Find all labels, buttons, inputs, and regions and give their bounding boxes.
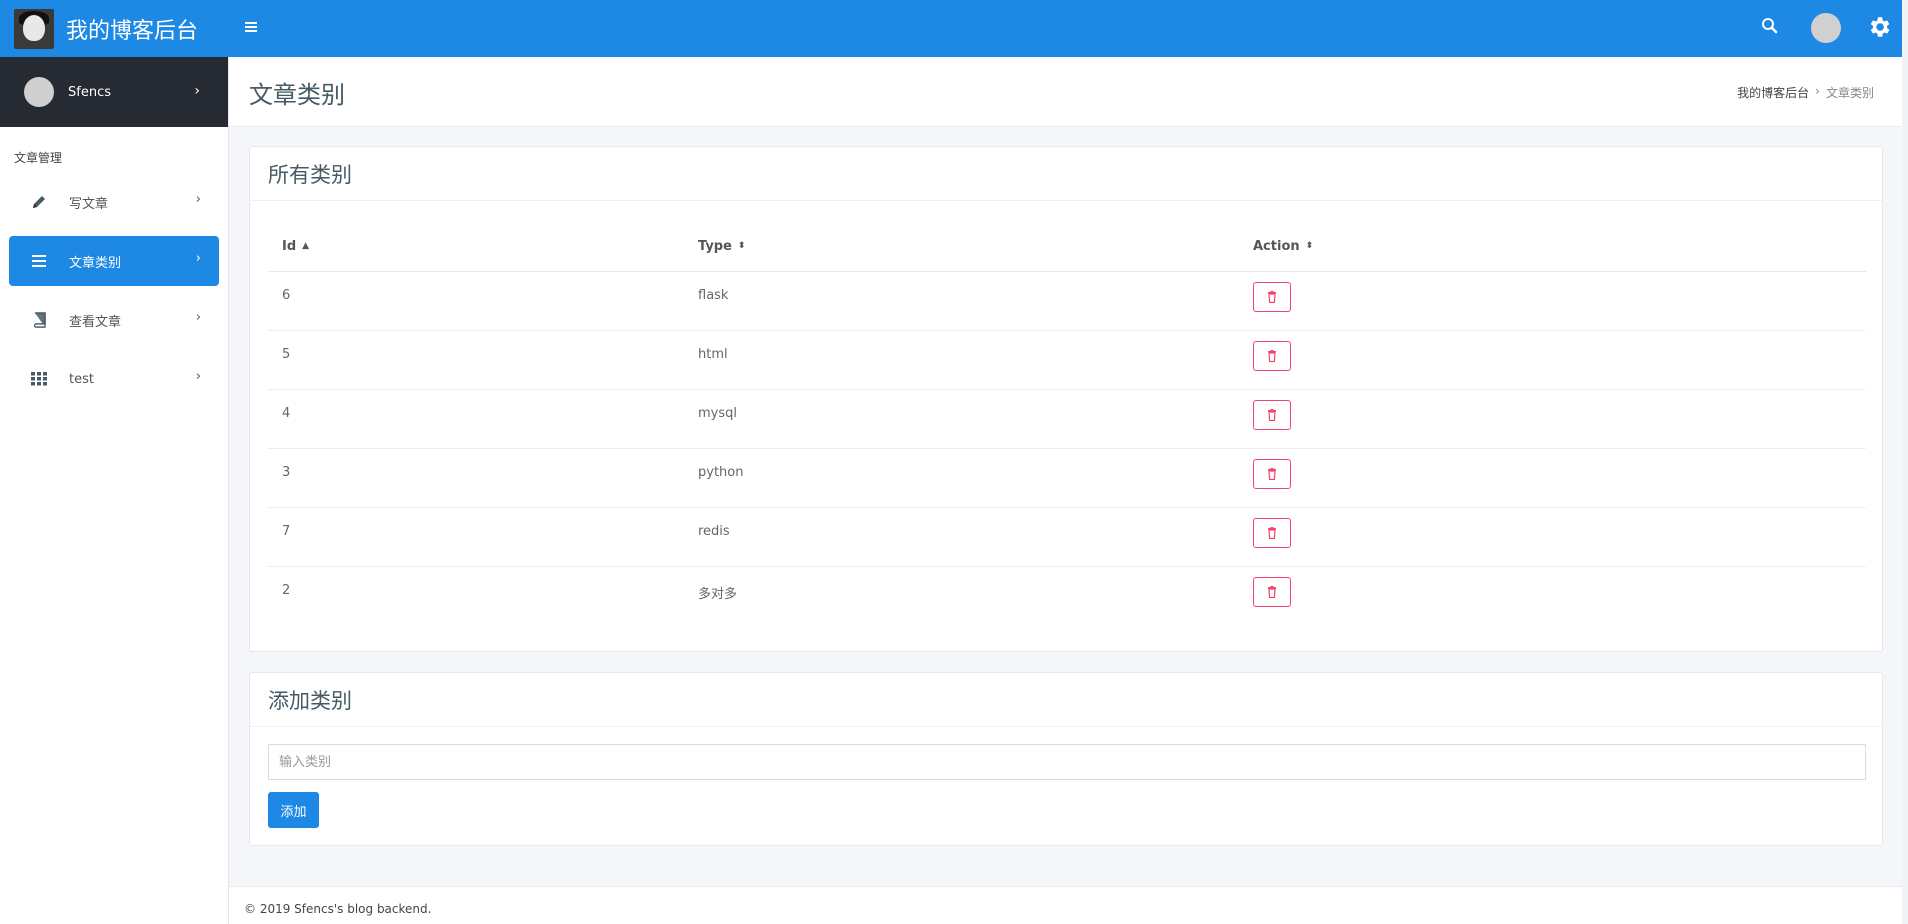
cell-type: redis — [684, 507, 1239, 567]
breadcrumb-current: 文章类别 — [1825, 86, 1874, 100]
chevron-right-icon: › — [195, 192, 201, 207]
cell-action — [1239, 507, 1866, 567]
cell-id: 4 — [268, 389, 684, 449]
chevron-right-icon: › — [195, 310, 201, 325]
delete-button[interactable] — [1253, 458, 1291, 489]
top-navbar: 我的博客后台 — [0, 0, 1908, 57]
sidebar-item-view-articles[interactable]: 查看文章 › — [9, 295, 219, 345]
categories-table: Id ▲ Type ⬍ Action ⬍ 6 flask 5 html 4 my… — [268, 222, 1866, 625]
cell-type: 多对多 — [698, 586, 738, 602]
trash-icon — [1268, 526, 1276, 539]
delete-button[interactable] — [1253, 399, 1291, 430]
menu-toggle-icon[interactable] — [244, 18, 266, 40]
breadcrumb-separator: › — [1815, 84, 1820, 98]
card-title: 添加类别 — [250, 673, 1882, 727]
pencil-icon — [29, 192, 49, 212]
brand-logo — [14, 8, 54, 49]
brand[interactable]: 我的博客后台 — [0, 0, 229, 57]
footer: © 2019 Sfencs's blog backend. — [229, 886, 1902, 924]
table-row: 7 redis — [268, 507, 1866, 567]
cell-id: 3 — [268, 448, 684, 508]
trash-icon — [1268, 408, 1276, 421]
profile-name: Sfencs — [68, 84, 111, 100]
cell-id: 5 — [268, 330, 684, 390]
trash-icon — [1268, 467, 1276, 480]
sidebar-item-categories[interactable]: 文章类别 › — [9, 236, 219, 286]
cell-action — [1239, 330, 1866, 390]
sidebar-item-test[interactable]: test › — [9, 354, 219, 404]
book-icon — [29, 310, 49, 330]
trash-icon — [1268, 290, 1276, 303]
chevron-right-icon: › — [195, 251, 201, 266]
search-icon[interactable] — [1758, 14, 1782, 38]
table-row: 6 flask — [268, 271, 1866, 331]
add-category-card: 添加类别 添加 — [249, 672, 1883, 846]
cell-type: flask — [684, 271, 1239, 331]
cell-action — [1239, 448, 1866, 508]
column-header-action[interactable]: Action ⬍ — [1239, 222, 1866, 272]
delete-button[interactable] — [1253, 576, 1291, 607]
column-header-type[interactable]: Type ⬍ — [684, 222, 1239, 272]
delete-button[interactable] — [1253, 340, 1291, 371]
delete-button[interactable] — [1253, 281, 1291, 312]
table-row: 3 python — [268, 448, 1866, 508]
sort-both-icon: ⬍ — [1305, 241, 1314, 252]
cell-type: mysql — [684, 389, 1239, 449]
cell-type: python — [684, 448, 1239, 508]
list-icon — [29, 251, 49, 271]
cell-action — [1239, 389, 1866, 449]
scrollbar-track[interactable] — [1902, 0, 1908, 924]
cell-id: 2 — [282, 582, 291, 598]
table-row: 2 多对多 — [268, 566, 1866, 625]
trash-icon — [1268, 349, 1276, 362]
sidebar: Sfencs › 文章管理 写文章 › 文章类别 › 查看文章 › test › — [0, 57, 229, 924]
trash-icon — [1268, 585, 1276, 598]
categories-card: 所有类别 Id▲ Type⬍ Action⬍ 6 flask 5 html — [249, 146, 1883, 652]
main-content: 文章类别 我的博客后台 › 文章类别 所有类别 Id ▲ Type ⬍ Action… — [229, 57, 1902, 924]
cell-action — [1239, 271, 1866, 331]
sidebar-item-label: 写文章 — [69, 196, 109, 212]
cell-type: html — [684, 330, 1239, 390]
delete-button[interactable] — [1253, 517, 1291, 548]
breadcrumb-home-link[interactable]: 我的博客后台 — [1737, 84, 1809, 101]
sidebar-profile[interactable]: Sfencs › — [0, 57, 228, 127]
add-button[interactable]: 添加 — [268, 792, 319, 828]
sidebar-item-label: test — [69, 371, 94, 387]
cell-id: 6 — [268, 271, 684, 331]
page-title: 文章类别 — [249, 81, 345, 109]
page-header: 文章类别 我的博客后台 › 文章类别 — [229, 57, 1902, 127]
category-input[interactable] — [269, 745, 1865, 779]
nav-section-heading: 文章管理 — [14, 151, 63, 165]
footer-text: © 2019 Sfencs's blog backend. — [244, 902, 432, 916]
chevron-right-icon: › — [195, 369, 201, 384]
table-row: 5 html — [268, 330, 1866, 390]
cell-id: 7 — [268, 507, 684, 567]
sidebar-item-label: 文章类别 — [69, 255, 122, 271]
table-row: 4 mysql — [268, 389, 1866, 449]
sidebar-item-label: 查看文章 — [69, 314, 122, 330]
user-avatar[interactable] — [1811, 13, 1841, 43]
avatar — [24, 77, 54, 107]
cell-action — [1239, 566, 1866, 625]
sidebar-item-write-article[interactable]: 写文章 › — [9, 177, 219, 227]
sort-both-icon: ⬍ — [737, 241, 746, 252]
chevron-right-icon: › — [194, 83, 200, 99]
breadcrumb: 我的博客后台 › 文章类别 — [1737, 84, 1874, 101]
sort-asc-icon: ▲ — [302, 241, 310, 252]
category-input-wrapper — [268, 744, 1866, 780]
gear-icon[interactable] — [1866, 14, 1892, 40]
grid-icon — [29, 369, 49, 389]
column-header-id[interactable]: Id ▲ — [268, 222, 684, 272]
card-title: 所有类别 — [250, 147, 1882, 201]
brand-title: 我的博客后台 — [66, 18, 199, 44]
